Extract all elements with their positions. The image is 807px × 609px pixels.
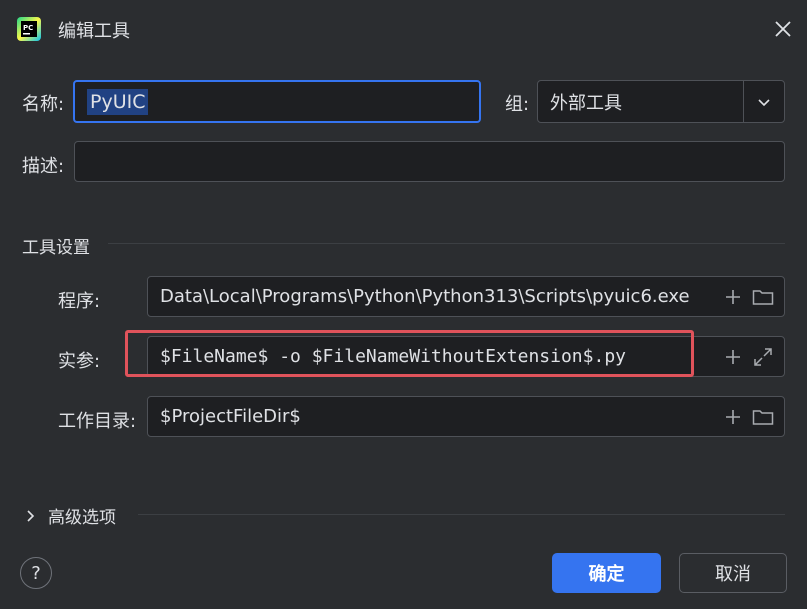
workdir-field-value: $ProjectFileDir$ (160, 406, 301, 427)
pycharm-app-icon: PC (17, 17, 41, 41)
chevron-down-icon (758, 98, 770, 106)
expand-icon[interactable] (752, 346, 774, 368)
plus-icon[interactable] (724, 408, 742, 426)
plus-icon[interactable] (724, 348, 742, 366)
group-label: 组: (505, 94, 530, 115)
name-input-value: PyUIC (87, 88, 149, 115)
plus-icon[interactable] (724, 288, 742, 306)
program-field-value: Data\Local\Programs\Python\Python313\Scr… (160, 286, 690, 307)
advanced-divider (138, 514, 785, 515)
group-combobox[interactable]: 外部工具 (537, 80, 785, 123)
svg-text:PC: PC (23, 24, 33, 32)
highlight-box (125, 330, 694, 377)
arguments-label: 实参: (58, 351, 101, 372)
dialog-title: 编辑工具 (58, 21, 130, 42)
help-button[interactable]: ? (20, 557, 52, 589)
cancel-button[interactable]: 取消 (679, 553, 787, 593)
name-input[interactable]: PyUIC (73, 80, 481, 123)
ok-button[interactable]: 确定 (552, 553, 661, 593)
close-icon[interactable] (772, 18, 794, 40)
tool-settings-heading: 工具设置 (22, 238, 90, 258)
group-combobox-value: 外部工具 (550, 92, 622, 114)
workdir-field[interactable]: $ProjectFileDir$ (147, 396, 785, 437)
folder-icon[interactable] (752, 408, 774, 426)
tool-settings-divider (108, 243, 785, 244)
name-label: 名称: (22, 94, 65, 115)
workdir-label: 工作目录: (58, 411, 137, 432)
group-dropdown-button[interactable] (743, 81, 784, 122)
description-label: 描述: (22, 156, 65, 177)
advanced-options-label: 高级选项 (48, 508, 116, 528)
folder-icon[interactable] (752, 288, 774, 306)
program-label: 程序: (58, 291, 101, 312)
advanced-options-toggle[interactable]: 高级选项 (22, 503, 116, 528)
chevron-right-icon (27, 509, 35, 522)
description-input[interactable] (74, 141, 785, 182)
program-field[interactable]: Data\Local\Programs\Python\Python313\Scr… (147, 276, 785, 317)
